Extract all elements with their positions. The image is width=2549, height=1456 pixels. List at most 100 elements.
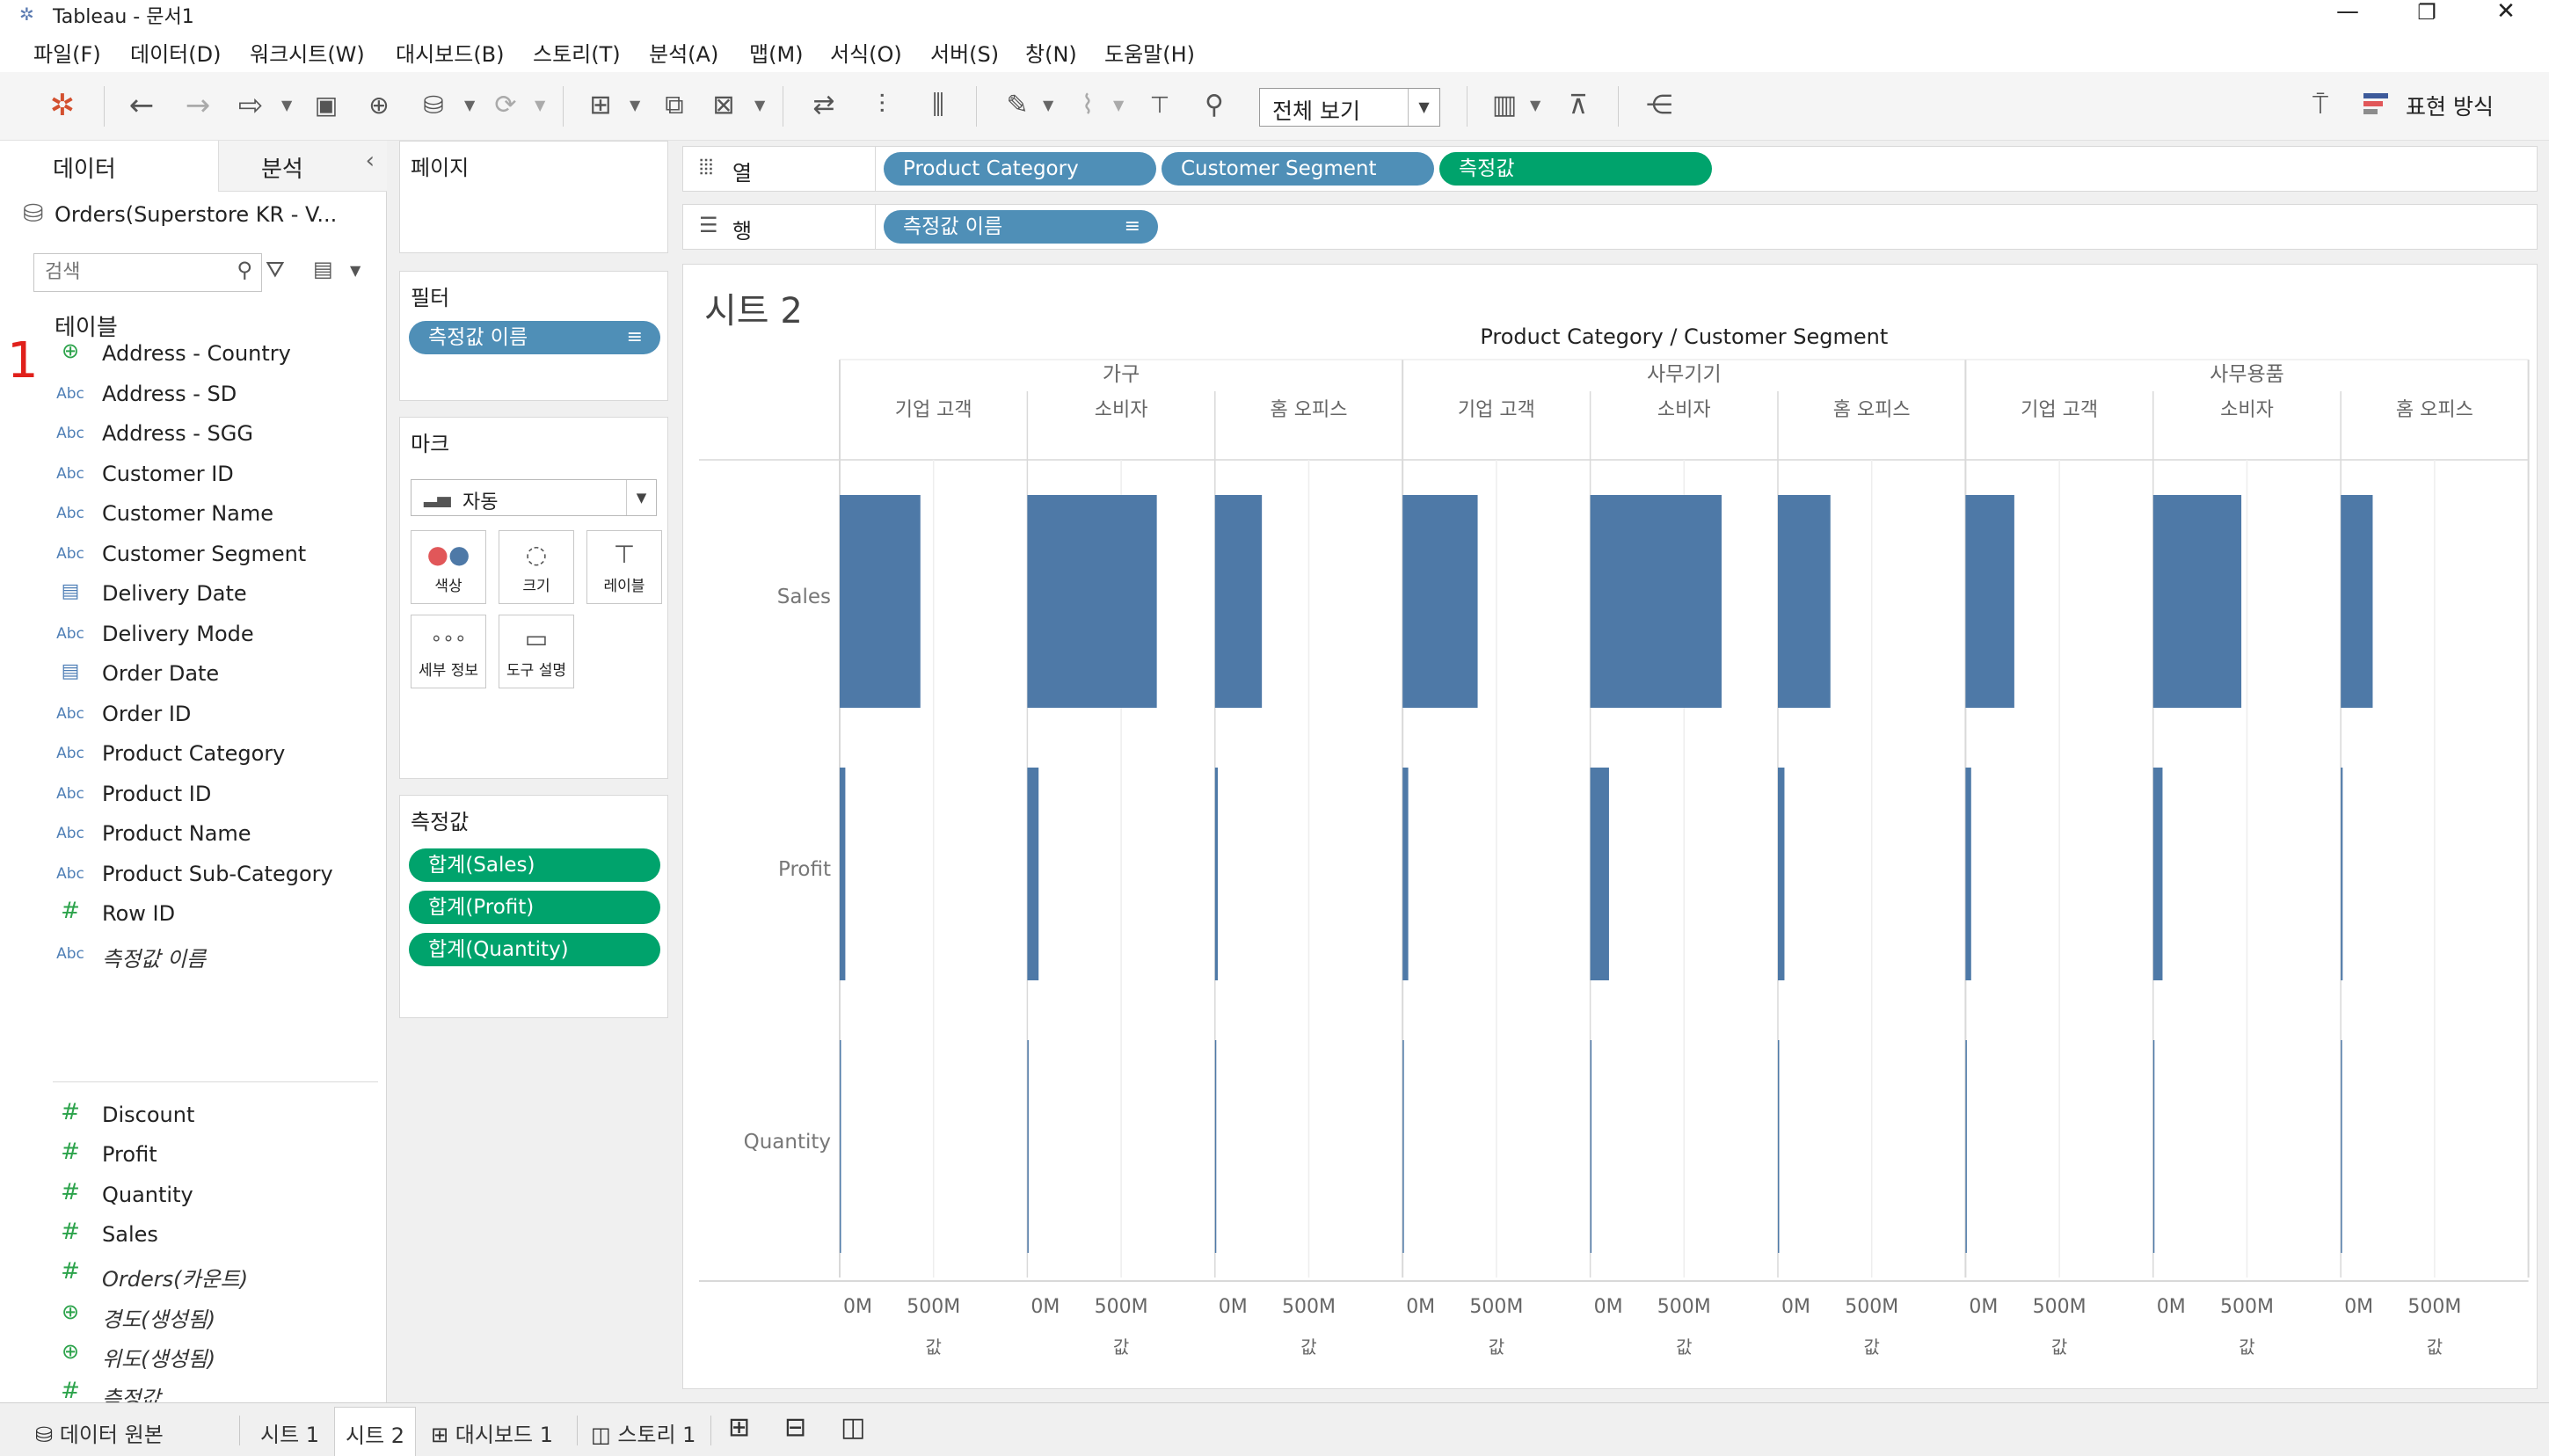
redo-icon[interactable]: → — [178, 88, 218, 123]
sort-descending-icon[interactable]: ⫼ — [918, 88, 958, 123]
sort-ascending-icon[interactable]: ⫶ — [862, 88, 902, 123]
swap-icon[interactable]: ⇨ — [230, 88, 271, 123]
show-me-icon[interactable] — [2363, 93, 2392, 120]
field-customer-id[interactable]: Abc Customer ID — [53, 456, 378, 493]
new-datasource-icon[interactable]: ⊕ — [359, 88, 399, 123]
mark-type-dropdown[interactable]: ▂▄ 자동 ▼ — [411, 479, 657, 516]
field-product-id[interactable]: Abc Product ID — [53, 776, 378, 813]
presentation-mode-icon[interactable]: ⊼ — [1558, 88, 1599, 123]
tab-analysis[interactable]: 분석 ‹ — [218, 141, 387, 192]
row-pill-measure-names[interactable]: 측정값 이름 ≡ — [884, 210, 1158, 244]
pause-caret-icon[interactable]: ▼ — [464, 97, 475, 113]
field-address-sd[interactable]: Abc Address - SD — [53, 376, 378, 413]
show-cards-icon[interactable]: ▥ — [1484, 88, 1525, 123]
new-worksheet-caret-icon[interactable]: ▼ — [630, 97, 640, 113]
dashboard-tab[interactable]: ⊞ 대시보드 1 — [431, 1410, 553, 1451]
highlight-caret-icon[interactable]: ▼ — [1043, 97, 1053, 113]
swap-caret-icon[interactable]: ▼ — [281, 97, 292, 113]
measure-pill-quantity[interactable]: 합계(Quantity) — [409, 933, 660, 966]
field-row-id[interactable]: # Row ID — [53, 896, 378, 933]
field-discount[interactable]: # Discount — [53, 1097, 378, 1134]
field-search-input[interactable] — [34, 254, 219, 289]
duplicate-sheet-icon[interactable]: ⧉ — [654, 88, 695, 123]
story-tab[interactable]: ◫ 스토리 1 — [591, 1410, 696, 1451]
field-order-date[interactable]: ▤ Order Date — [53, 656, 378, 693]
filters-card[interactable]: 필터 측정값 이름 ≡ — [399, 271, 668, 401]
tooltip-button[interactable]: ▭ 도구 설명 — [499, 615, 574, 688]
measure-pill-profit[interactable]: 합계(Profit) — [409, 891, 660, 924]
pause-updates-icon[interactable]: ⛁ — [413, 88, 454, 123]
swap-rows-columns-icon[interactable]: ⇄ — [804, 88, 844, 123]
filter-pill[interactable]: 측정값 이름 ≡ — [409, 321, 660, 354]
refresh-icon[interactable]: ⟳ — [485, 88, 526, 123]
field-경도-생성됨[interactable]: ⊕ 경도(생성됨) — [53, 1297, 378, 1334]
field-customer-name[interactable]: Abc Customer Name — [53, 496, 378, 533]
clear-sheet-caret-icon[interactable]: ▼ — [754, 97, 765, 113]
measure-pill-sales[interactable]: 합계(Sales) — [409, 848, 660, 882]
menu-worksheet[interactable]: 워크시트(W) — [250, 37, 365, 68]
group-caret-icon[interactable]: ▼ — [1113, 97, 1124, 113]
field-orders-카운트[interactable]: # Orders(카운트) — [53, 1256, 378, 1293]
column-pill-customer-segment[interactable]: Customer Segment — [1162, 152, 1434, 186]
fix-axes-icon[interactable]: ⚲ — [1194, 88, 1234, 123]
fit-dropdown[interactable]: 전체 보기 ▼ — [1259, 88, 1440, 127]
new-worksheet-icon[interactable]: ⊞ — [580, 88, 621, 123]
show-me-button[interactable]: 표현 방식 — [2406, 90, 2494, 121]
field-product-name[interactable]: Abc Product Name — [53, 816, 378, 853]
show-cards-caret-icon[interactable]: ▼ — [1530, 97, 1540, 113]
save-icon[interactable]: ▣ — [306, 88, 346, 123]
field-order-id[interactable]: Abc Order ID — [53, 696, 378, 733]
tableau-start-icon[interactable]: ✲ — [42, 88, 83, 123]
rows-shelf[interactable]: ☰ 행 측정값 이름 ≡ — [682, 204, 2538, 250]
field-측정값-이름[interactable]: Abc 측정값 이름 — [53, 936, 378, 973]
menu-window[interactable]: 창(N) — [1025, 37, 1077, 68]
filter-fields-icon[interactable]: ⛛ — [266, 257, 285, 284]
sheet-tab-2[interactable]: 시트 2 — [334, 1407, 417, 1456]
columns-shelf[interactable]: ⦙⦙⦙ 열 Product Category Customer Segment … — [682, 146, 2538, 192]
menu-help[interactable]: 도움말(H) — [1104, 37, 1195, 68]
column-pill-measure-values[interactable]: 측정값 — [1439, 152, 1712, 186]
label-button[interactable]: ⊤ 레이블 — [586, 530, 662, 604]
mark-type-caret-icon[interactable]: ▼ — [626, 480, 656, 515]
restore-button[interactable]: ❐ — [2400, 0, 2453, 25]
refresh-caret-icon[interactable]: ▼ — [535, 97, 545, 113]
size-button[interactable]: ◌ 크기 — [499, 530, 574, 604]
field-delivery-date[interactable]: ▤ Delivery Date — [53, 576, 378, 613]
field-delivery-mode[interactable]: Abc Delivery Mode — [53, 616, 378, 653]
menu-analysis[interactable]: 분석(A) — [649, 37, 718, 68]
show-mark-labels-icon[interactable]: ⊤ — [1140, 88, 1180, 123]
search-icon[interactable]: ⚲ — [237, 258, 252, 282]
highlight-icon[interactable]: ✎ — [997, 88, 1038, 123]
color-button[interactable]: ●● 색상 — [411, 530, 486, 604]
detail-button[interactable]: ∘∘∘ 세부 정보 — [411, 615, 486, 688]
menu-dashboard[interactable]: 대시보드(B) — [396, 37, 505, 68]
close-button[interactable]: ✕ — [2480, 0, 2532, 25]
menu-server[interactable]: 서버(S) — [930, 37, 999, 68]
menu-format[interactable]: 서식(O) — [830, 37, 902, 68]
field-product-sub-category[interactable]: Abc Product Sub-Category — [53, 856, 378, 893]
field-customer-segment[interactable]: Abc Customer Segment — [53, 536, 378, 573]
field-product-category[interactable]: Abc Product Category — [53, 736, 378, 773]
view-list-icon[interactable]: ▤ — [313, 257, 333, 281]
column-pill-product-category[interactable]: Product Category — [884, 152, 1156, 186]
fit-dropdown-caret-icon[interactable]: ▼ — [1408, 89, 1439, 126]
new-worksheet-tab-icon[interactable]: ⊞ — [728, 1410, 750, 1451]
field-위도-생성됨[interactable]: ⊕ 위도(생성됨) — [53, 1336, 378, 1373]
group-members-icon[interactable]: ⌇ — [1067, 88, 1108, 123]
field-address-sgg[interactable]: Abc Address - SGG — [53, 416, 378, 453]
share-icon[interactable]: ⋲ — [1639, 88, 1679, 123]
datasource-tab[interactable]: ⛁ 데이터 원본 — [35, 1410, 164, 1451]
menu-data[interactable]: 데이터(D) — [130, 37, 221, 68]
menu-file[interactable]: 파일(F) — [33, 37, 101, 68]
menu-story[interactable]: 스토리(T) — [533, 37, 621, 68]
new-story-tab-icon[interactable]: ◫ — [841, 1410, 865, 1451]
clear-sheet-icon[interactable]: ⊠ — [703, 88, 744, 123]
field-address-country[interactable]: ⊕ Address - Country — [53, 336, 378, 373]
collapse-pane-icon[interactable]: ‹ — [366, 148, 375, 174]
field-quantity[interactable]: # Quantity — [53, 1177, 378, 1214]
sheet-tab-1[interactable]: 시트 1 — [260, 1410, 319, 1451]
pages-card[interactable]: 페이지 — [399, 141, 668, 253]
field-sales[interactable]: # Sales — [53, 1217, 378, 1254]
field-profit[interactable]: # Profit — [53, 1137, 378, 1174]
menu-map[interactable]: 맵(M) — [749, 37, 804, 68]
